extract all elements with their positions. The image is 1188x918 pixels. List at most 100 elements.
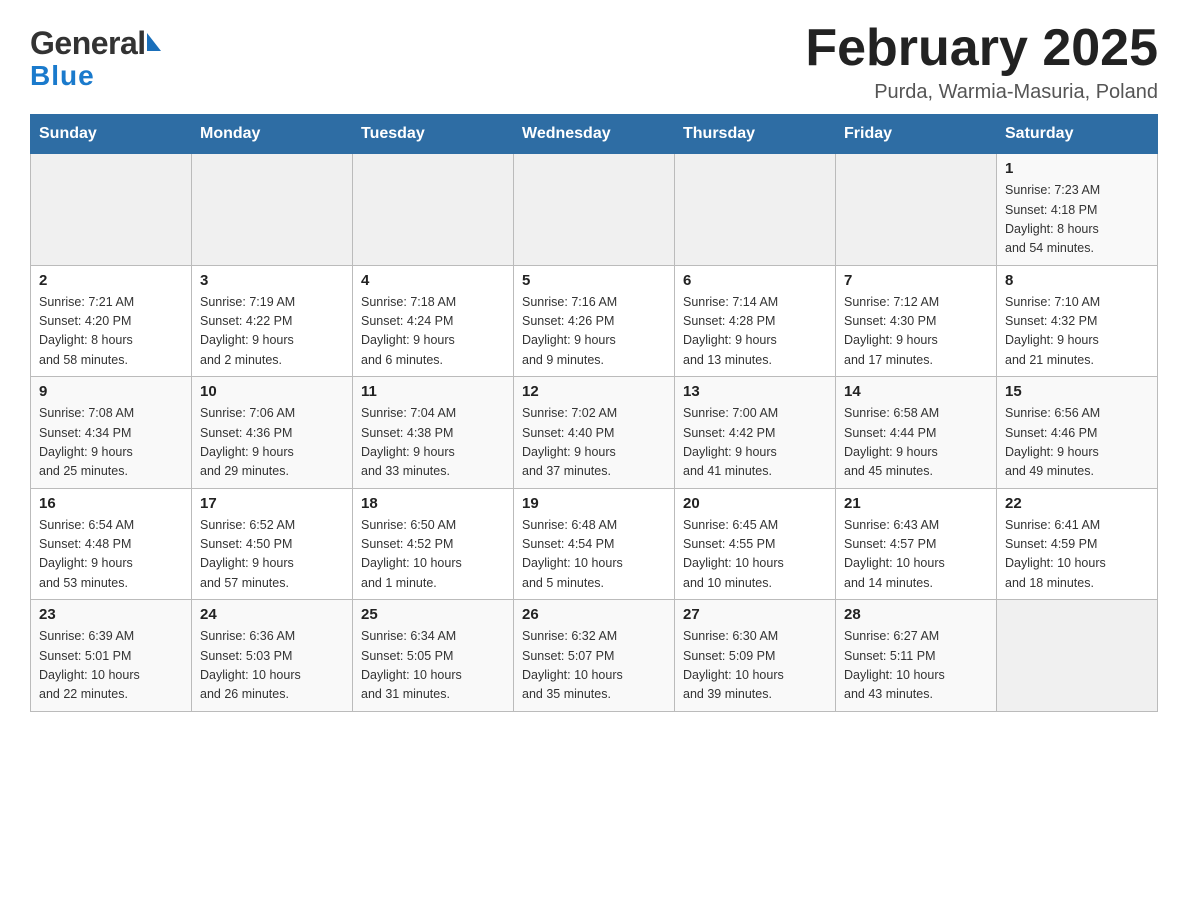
day-number: 26: [522, 606, 666, 623]
day-info: Sunrise: 6:32 AMSunset: 5:07 PMDaylight:…: [522, 627, 666, 705]
header-monday: Monday: [192, 115, 353, 154]
day-info: Sunrise: 7:23 AMSunset: 4:18 PMDaylight:…: [1005, 181, 1149, 259]
calendar-cell: 27 Sunrise: 6:30 AMSunset: 5:09 PMDayligh…: [675, 600, 836, 712]
day-info: Sunrise: 7:16 AMSunset: 4:26 PMDaylight:…: [522, 293, 666, 371]
day-info: Sunrise: 7:02 AMSunset: 4:40 PMDaylight:…: [522, 404, 666, 482]
day-info: Sunrise: 6:48 AMSunset: 4:54 PMDaylight:…: [522, 516, 666, 594]
calendar-cell: 14 Sunrise: 6:58 AMSunset: 4:44 PMDayligh…: [836, 377, 997, 489]
title-block: February 2025 Purda, Warmia-Masuria, Pol…: [805, 20, 1158, 104]
day-info: Sunrise: 6:58 AMSunset: 4:44 PMDaylight:…: [844, 404, 988, 482]
day-info: Sunrise: 7:10 AMSunset: 4:32 PMDaylight:…: [1005, 293, 1149, 371]
day-info: Sunrise: 7:06 AMSunset: 4:36 PMDaylight:…: [200, 404, 344, 482]
day-number: 10: [200, 383, 344, 400]
calendar-cell: 6 Sunrise: 7:14 AMSunset: 4:28 PMDaylight…: [675, 265, 836, 377]
day-info: Sunrise: 7:18 AMSunset: 4:24 PMDaylight:…: [361, 293, 505, 371]
calendar-cell: 17 Sunrise: 6:52 AMSunset: 4:50 PMDayligh…: [192, 488, 353, 600]
day-info: Sunrise: 7:21 AMSunset: 4:20 PMDaylight:…: [39, 293, 183, 371]
day-info: Sunrise: 6:36 AMSunset: 5:03 PMDaylight:…: [200, 627, 344, 705]
calendar-week-2: 2 Sunrise: 7:21 AMSunset: 4:20 PMDaylight…: [31, 265, 1158, 377]
calendar-cell: 19Sunrise: 6:48 AMSunset: 4:54 PMDayligh…: [514, 488, 675, 600]
calendar-cell: [192, 154, 353, 266]
calendar-cell: 7Sunrise: 7:12 AMSunset: 4:30 PMDaylight…: [836, 265, 997, 377]
day-info: Sunrise: 7:04 AMSunset: 4:38 PMDaylight:…: [361, 404, 505, 482]
calendar-cell: 18 Sunrise: 6:50 AMSunset: 4:52 PMDayligh…: [353, 488, 514, 600]
calendar-cell: 25Sunrise: 6:34 AMSunset: 5:05 PMDayligh…: [353, 600, 514, 712]
calendar-week-1: 1 Sunrise: 7:23 AMSunset: 4:18 PMDaylight…: [31, 154, 1158, 266]
day-number: 11: [361, 383, 505, 400]
header-saturday: Saturday: [997, 115, 1158, 154]
day-info: Sunrise: 6:52 AMSunset: 4:50 PMDaylight:…: [200, 516, 344, 594]
day-number: 17: [200, 495, 344, 512]
day-info: Sunrise: 7:14 AMSunset: 4:28 PMDaylight:…: [683, 293, 827, 371]
logo: General Blue: [30, 20, 161, 92]
calendar-week-5: 23Sunrise: 6:39 AMSunset: 5:01 PMDayligh…: [31, 600, 1158, 712]
day-info: Sunrise: 7:08 AMSunset: 4:34 PMDaylight:…: [39, 404, 183, 482]
calendar-cell: 8Sunrise: 7:10 AMSunset: 4:32 PMDaylight…: [997, 265, 1158, 377]
day-info: Sunrise: 7:00 AMSunset: 4:42 PMDaylight:…: [683, 404, 827, 482]
calendar-title: February 2025: [805, 20, 1158, 77]
day-number: 5: [522, 272, 666, 289]
day-info: Sunrise: 6:56 AMSunset: 4:46 PMDaylight:…: [1005, 404, 1149, 482]
day-number: 14: [844, 383, 988, 400]
calendar-cell: 15 Sunrise: 6:56 AMSunset: 4:46 PMDayligh…: [997, 377, 1158, 489]
day-number: 20: [683, 495, 827, 512]
day-number: 25: [361, 606, 505, 623]
calendar-week-3: 9 Sunrise: 7:08 AMSunset: 4:34 PMDaylight…: [31, 377, 1158, 489]
calendar-cell: 16 Sunrise: 6:54 AMSunset: 4:48 PMDayligh…: [31, 488, 192, 600]
day-number: 21: [844, 495, 988, 512]
day-number: 12: [522, 383, 666, 400]
calendar-cell: 4 Sunrise: 7:18 AMSunset: 4:24 PMDaylight…: [353, 265, 514, 377]
calendar-cell: 9 Sunrise: 7:08 AMSunset: 4:34 PMDaylight…: [31, 377, 192, 489]
header-thursday: Thursday: [675, 115, 836, 154]
day-number: 1: [1005, 160, 1149, 177]
calendar-week-4: 16 Sunrise: 6:54 AMSunset: 4:48 PMDayligh…: [31, 488, 1158, 600]
day-number: 9: [39, 383, 183, 400]
day-info: Sunrise: 6:27 AMSunset: 5:11 PMDaylight:…: [844, 627, 988, 705]
calendar-cell: 21 Sunrise: 6:43 AMSunset: 4:57 PMDayligh…: [836, 488, 997, 600]
calendar-table: Sunday Monday Tuesday Wednesday Thursday…: [30, 114, 1158, 712]
day-number: 24: [200, 606, 344, 623]
day-info: Sunrise: 6:45 AMSunset: 4:55 PMDaylight:…: [683, 516, 827, 594]
location-subtitle: Purda, Warmia-Masuria, Poland: [805, 81, 1158, 104]
day-number: 18: [361, 495, 505, 512]
calendar-cell: [353, 154, 514, 266]
calendar-cell: [997, 600, 1158, 712]
calendar-cell: 11 Sunrise: 7:04 AMSunset: 4:38 PMDayligh…: [353, 377, 514, 489]
calendar-cell: [514, 154, 675, 266]
weekday-header-row: Sunday Monday Tuesday Wednesday Thursday…: [31, 115, 1158, 154]
calendar-cell: 2 Sunrise: 7:21 AMSunset: 4:20 PMDaylight…: [31, 265, 192, 377]
calendar-cell: [675, 154, 836, 266]
day-number: 13: [683, 383, 827, 400]
calendar-cell: 1 Sunrise: 7:23 AMSunset: 4:18 PMDaylight…: [997, 154, 1158, 266]
calendar-cell: [836, 154, 997, 266]
day-info: Sunrise: 6:43 AMSunset: 4:57 PMDaylight:…: [844, 516, 988, 594]
day-info: Sunrise: 6:41 AMSunset: 4:59 PMDaylight:…: [1005, 516, 1149, 594]
calendar-cell: 23Sunrise: 6:39 AMSunset: 5:01 PMDayligh…: [31, 600, 192, 712]
day-number: 2: [39, 272, 183, 289]
day-number: 6: [683, 272, 827, 289]
day-info: Sunrise: 7:19 AMSunset: 4:22 PMDaylight:…: [200, 293, 344, 371]
page-header: General Blue February 2025 Purda, Warmia…: [30, 20, 1158, 104]
day-number: 27: [683, 606, 827, 623]
day-info: Sunrise: 6:30 AMSunset: 5:09 PMDaylight:…: [683, 627, 827, 705]
calendar-cell: [31, 154, 192, 266]
logo-arrow-icon: [147, 33, 161, 51]
calendar-cell: 22Sunrise: 6:41 AMSunset: 4:59 PMDayligh…: [997, 488, 1158, 600]
calendar-cell: 13 Sunrise: 7:00 AMSunset: 4:42 PMDayligh…: [675, 377, 836, 489]
day-info: Sunrise: 6:54 AMSunset: 4:48 PMDaylight:…: [39, 516, 183, 594]
day-info: Sunrise: 6:50 AMSunset: 4:52 PMDaylight:…: [361, 516, 505, 594]
calendar-cell: 12 Sunrise: 7:02 AMSunset: 4:40 PMDayligh…: [514, 377, 675, 489]
day-number: 3: [200, 272, 344, 289]
header-sunday: Sunday: [31, 115, 192, 154]
calendar-cell: 20 Sunrise: 6:45 AMSunset: 4:55 PMDayligh…: [675, 488, 836, 600]
day-info: Sunrise: 7:12 AMSunset: 4:30 PMDaylight:…: [844, 293, 988, 371]
day-number: 16: [39, 495, 183, 512]
calendar-cell: 28 Sunrise: 6:27 AMSunset: 5:11 PMDayligh…: [836, 600, 997, 712]
day-number: 15: [1005, 383, 1149, 400]
calendar-cell: 3 Sunrise: 7:19 AMSunset: 4:22 PMDaylight…: [192, 265, 353, 377]
day-number: 28: [844, 606, 988, 623]
calendar-cell: 5 Sunrise: 7:16 AMSunset: 4:26 PMDaylight…: [514, 265, 675, 377]
day-info: Sunrise: 6:39 AMSunset: 5:01 PMDaylight:…: [39, 627, 183, 705]
calendar-cell: 26 Sunrise: 6:32 AMSunset: 5:07 PMDayligh…: [514, 600, 675, 712]
day-number: 4: [361, 272, 505, 289]
